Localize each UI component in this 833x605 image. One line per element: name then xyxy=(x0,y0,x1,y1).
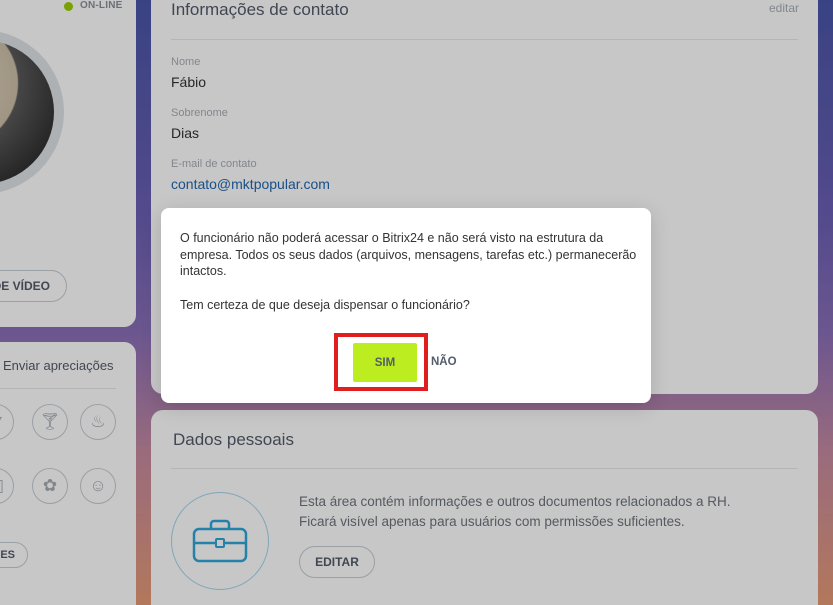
cancel-no-button[interactable]: NÃO xyxy=(431,356,457,368)
dialog-question: Tem certeza de que deseja dispensar o fu… xyxy=(180,298,470,312)
confirm-yes-button[interactable]: SIM xyxy=(353,343,417,382)
dialog-message: O funcionário não poderá acessar o Bitri… xyxy=(180,231,637,278)
dismiss-employee-dialog: O funcionário não poderá acessar o Bitri… xyxy=(161,208,651,403)
